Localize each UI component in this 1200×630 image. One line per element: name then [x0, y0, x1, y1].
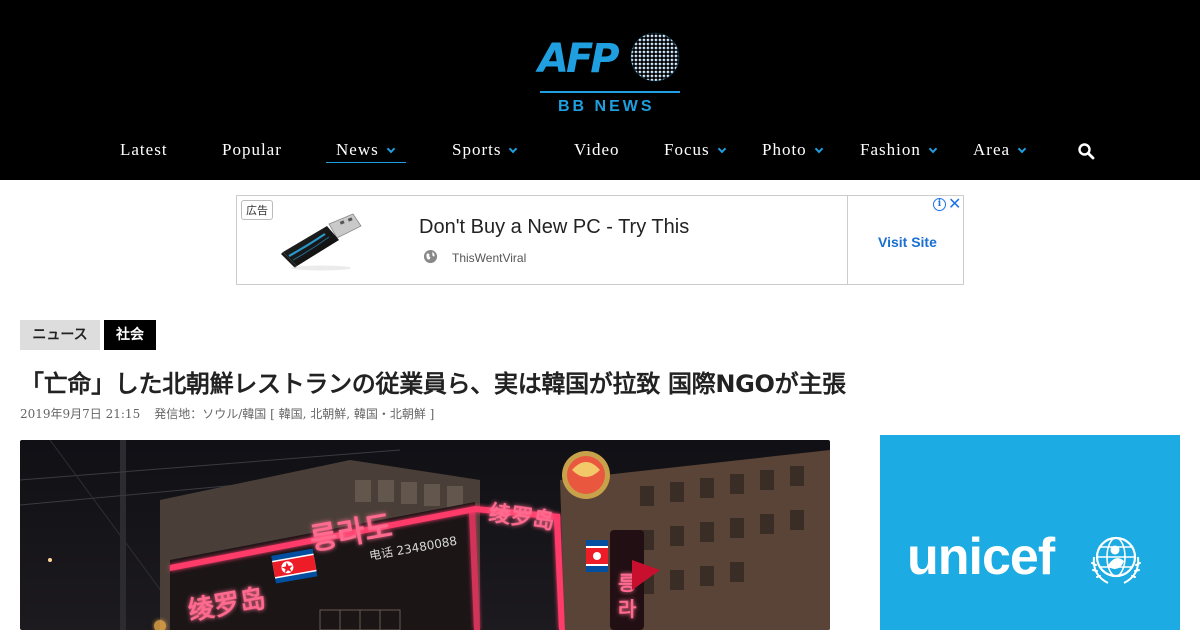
nav-area[interactable]: Area — [973, 140, 1027, 160]
logo-rule — [540, 91, 680, 93]
chevron-down-icon — [928, 144, 938, 154]
site-header: AFP BB NEWS Latest Popular News Sports V… — [0, 0, 1200, 180]
nav-label: Popular — [222, 140, 282, 159]
unicef-ad[interactable]: unicef — [880, 435, 1180, 630]
afp-bb-news-logo[interactable]: AFP BB NEWS — [536, 28, 682, 120]
chevron-down-icon — [386, 144, 395, 154]
ad-title[interactable]: Don't Buy a New PC - Try This — [419, 216, 689, 239]
nav-video[interactable]: Video — [574, 140, 620, 160]
article-location: 発信地：ソウル/韓国 [ 韓国, 北朝鮮, 韓国・北朝鮮 ] — [154, 407, 435, 421]
usb-dongle-image — [281, 213, 362, 271]
ad-close-icon[interactable]: ✕ — [948, 194, 961, 213]
nav-news[interactable]: News — [336, 140, 395, 160]
logo-afp-text: AFP — [538, 36, 620, 82]
tag-society[interactable]: 社会 — [104, 320, 156, 350]
unicef-wordmark: unicef — [907, 528, 1055, 586]
nav-label: Photo — [762, 140, 807, 159]
nav-label: Area — [973, 140, 1011, 159]
nav-active-underline — [326, 162, 406, 163]
article-headline: 「亡命」した北朝鮮レストランの従業員ら、実は韓国が拉致 国際NGOが主張 — [20, 370, 846, 398]
globe-icon — [423, 249, 438, 264]
nav-label: Fashion — [860, 140, 921, 159]
logo-bb-news-text: BB NEWS — [558, 98, 655, 115]
restaurant-night-photo: 绫罗岛 릉라도 电话 23480088 绫罗岛 릉 라 — [20, 440, 830, 630]
chevron-down-icon — [814, 144, 823, 154]
ad-badge: 広告 — [241, 200, 273, 220]
search-icon[interactable] — [1077, 142, 1095, 160]
ad-divider — [847, 196, 848, 284]
chevron-down-icon — [717, 144, 726, 154]
ad-source: ThisWentViral — [452, 251, 527, 265]
nav-fashion[interactable]: Fashion — [860, 140, 938, 160]
article-photo[interactable]: 绫罗岛 릉라도 电话 23480088 绫罗岛 릉 라 — [20, 440, 830, 630]
nav-photo[interactable]: Photo — [762, 140, 823, 160]
visit-site-button[interactable]: Visit Site — [878, 234, 937, 250]
nav-label: News — [336, 140, 379, 159]
svg-text:라: 라 — [618, 597, 637, 621]
nav-latest[interactable]: Latest — [120, 140, 168, 160]
nav-label: Sports — [452, 140, 502, 159]
unicef-emblem-icon — [1091, 536, 1141, 584]
ad-info-icon[interactable]: i — [933, 198, 946, 211]
nav-label: Video — [574, 140, 620, 159]
tag-news[interactable]: ニュース — [20, 320, 100, 350]
chevron-down-icon — [1017, 144, 1027, 154]
nav-focus[interactable]: Focus — [664, 140, 726, 160]
ad-banner[interactable]: 広告 Don't Buy a New PC - Try This ThisWen… — [236, 194, 964, 285]
article-meta: 2019年9月7日 21:15 発信地：ソウル/韓国 [ 韓国, 北朝鮮, 韓国・… — [20, 405, 434, 422]
chevron-down-icon — [509, 144, 518, 154]
article-date: 2019年9月7日 21:15 — [20, 407, 141, 421]
nav-sports[interactable]: Sports — [452, 140, 518, 160]
nav-label: Focus — [664, 140, 710, 159]
nav-label: Latest — [120, 140, 168, 159]
nav-popular[interactable]: Popular — [222, 140, 282, 160]
globe-icon — [630, 32, 680, 82]
